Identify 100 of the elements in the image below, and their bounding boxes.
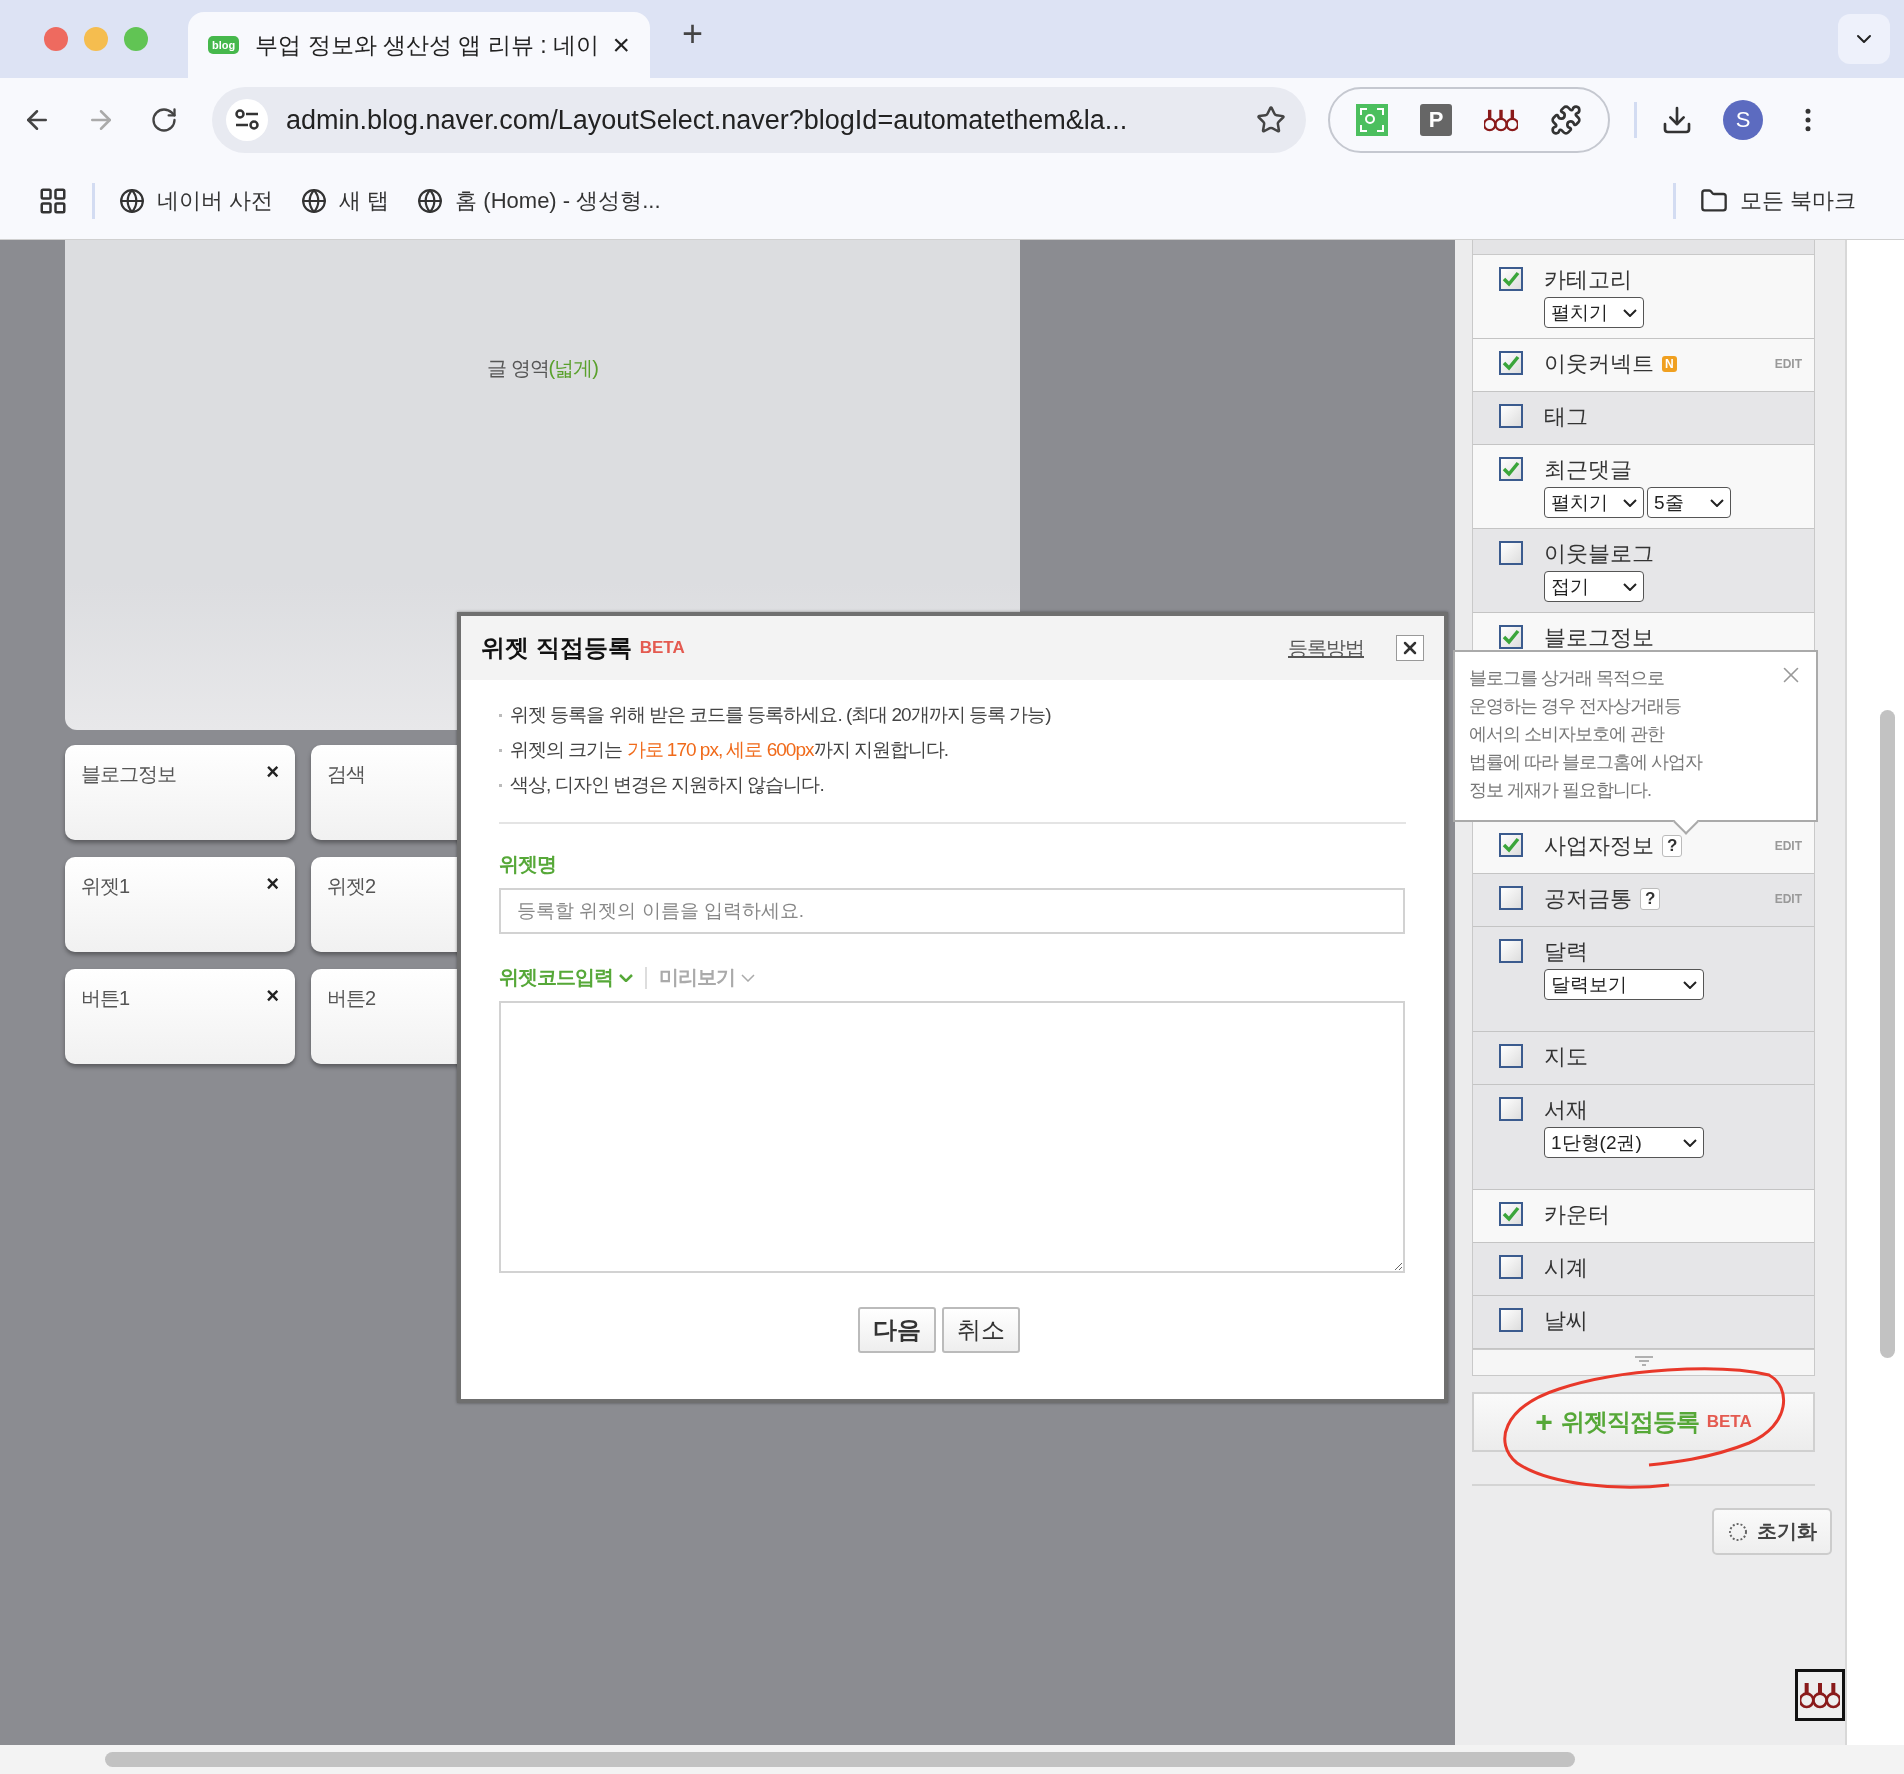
all-bookmarks-button[interactable]: 모든 북마크 xyxy=(1699,185,1856,216)
widget-checkbox[interactable] xyxy=(1499,404,1523,428)
bookmark-item[interactable]: 네이버 사전 xyxy=(119,185,274,216)
widget-checkbox[interactable] xyxy=(1499,1255,1523,1279)
bookmark-item[interactable]: 새 탭 xyxy=(301,185,390,216)
beta-label: BETA xyxy=(639,638,685,658)
widget-checkbox[interactable] xyxy=(1499,1308,1523,1332)
widget-label: 태그 xyxy=(1544,403,1588,431)
widget-card[interactable]: 버튼1 × xyxy=(65,969,295,1064)
refresh-icon xyxy=(1727,1520,1749,1543)
option-select[interactable]: 1단형(2권) xyxy=(1544,1127,1704,1158)
chevron-down-icon xyxy=(1683,980,1697,989)
widget-checkbox[interactable] xyxy=(1499,1097,1523,1121)
check-icon xyxy=(1502,271,1520,287)
collapse-icon xyxy=(1634,1356,1653,1366)
widget-checkbox[interactable] xyxy=(1499,833,1523,857)
widget-checkbox[interactable] xyxy=(1499,1202,1523,1226)
help-button[interactable]: ? xyxy=(1662,835,1683,857)
folder-icon xyxy=(1699,186,1728,215)
how-to-link[interactable]: 등록방법 xyxy=(1288,634,1364,662)
dialog-close-button[interactable] xyxy=(1396,635,1424,661)
help-button[interactable]: ? xyxy=(1640,888,1661,910)
widget-checkbox[interactable] xyxy=(1499,267,1523,291)
check-icon xyxy=(1502,837,1520,853)
bookmark-star-icon[interactable] xyxy=(1256,105,1286,135)
option-select[interactable]: 펼치기 xyxy=(1544,487,1644,518)
widget-label: 카운터 xyxy=(1544,1201,1610,1229)
extensions-puzzle-icon[interactable] xyxy=(1550,104,1582,136)
check-icon xyxy=(1502,355,1520,371)
widget-row[interactable]: 카운터 xyxy=(1473,1190,1814,1243)
widget-checkbox[interactable] xyxy=(1499,939,1523,963)
globe-icon xyxy=(417,187,444,214)
widget-name-field[interactable]: 등록할 위젯의 이름을 입력하세요. xyxy=(499,888,1405,934)
widget-checkbox[interactable] xyxy=(1499,541,1523,565)
tab-title: 부업 정보와 생산성 앱 리뷰 : 네이 xyxy=(255,30,597,60)
widget-remove-button[interactable]: × xyxy=(266,985,279,1007)
bookmark-item[interactable]: 홈 (Home) - 생성형... xyxy=(417,185,661,216)
tab-close-button[interactable]: × xyxy=(612,28,630,62)
address-bar[interactable]: admin.blog.naver.com/LayoutSelect.naver?blogId=automatethem&la... xyxy=(212,87,1306,153)
widget-row[interactable]: 이웃커넥트 N EDIT xyxy=(1473,339,1814,392)
widget-title: 블로그정보 xyxy=(81,762,176,787)
widget-label: 지도 xyxy=(1544,1043,1588,1071)
browser-tab[interactable]: blog 부업 정보와 생산성 앱 리뷰 : 네이 × xyxy=(188,12,650,78)
check-icon xyxy=(1502,461,1520,477)
widget-card[interactable]: 블로그정보 × xyxy=(65,745,295,840)
scrollbar-thumb[interactable] xyxy=(105,1752,1575,1767)
collapse-handle[interactable] xyxy=(1472,1350,1815,1376)
reload-button[interactable] xyxy=(150,106,178,134)
widget-label: 이웃블로그 xyxy=(1544,540,1654,568)
check-icon xyxy=(1502,629,1520,645)
reset-button[interactable]: 초기화 xyxy=(1712,1508,1832,1555)
main-area-label: 글 영역(넓게) xyxy=(487,356,598,381)
p-extension-button[interactable]: P xyxy=(1420,104,1452,136)
dialog-button[interactable]: 다음 xyxy=(857,1307,936,1353)
widget-title: 버튼1 xyxy=(81,986,130,1011)
widget-checkbox[interactable] xyxy=(1499,625,1523,649)
widget-checkbox[interactable] xyxy=(1499,457,1523,481)
tooltip-text: 블로그를 상거래 목적으로 운영하는 경우 전자상거래등 에서의 소비자보호에 관한 법률에 따라 블로그홈에 사업자 정보 게재가 필요합니다. xyxy=(1469,667,1704,802)
widget-checkbox[interactable] xyxy=(1499,351,1523,375)
option-select[interactable]: 5줄 xyxy=(1647,487,1731,518)
widget-row[interactable]: 최근댓글 펼치기 5줄 xyxy=(1473,445,1814,529)
widget-card[interactable]: 위젯1 × xyxy=(65,857,295,952)
chevron-down-icon xyxy=(1623,498,1637,507)
widget-label: 공저금통 xyxy=(1544,885,1632,913)
widget-title: 위젯2 xyxy=(327,874,376,899)
chevron-down-icon xyxy=(741,973,755,982)
widget-label: 날씨 xyxy=(1544,1307,1588,1335)
widget-code-field[interactable] xyxy=(499,1001,1405,1273)
widget-label: 카테고리 xyxy=(1544,266,1632,294)
globe-icon xyxy=(301,187,328,214)
download-icon[interactable] xyxy=(1661,104,1693,136)
profile-avatar[interactable]: S xyxy=(1723,100,1763,140)
bottles-badge[interactable] xyxy=(1795,1669,1845,1721)
scrollbar-thumb[interactable] xyxy=(1880,710,1895,1358)
widget-label: 이웃커넥트 xyxy=(1544,350,1654,378)
widget-title: 버튼2 xyxy=(327,986,376,1011)
widget-row[interactable]: 카테고리 펼치기 xyxy=(1473,255,1814,339)
widget-checkbox[interactable] xyxy=(1499,886,1523,910)
new-badge: N xyxy=(1662,356,1677,372)
chevron-down-icon xyxy=(1683,1138,1697,1147)
new-tab-button[interactable]: + xyxy=(676,12,710,56)
option-select[interactable]: 접기 xyxy=(1544,571,1644,602)
widget-label: 서재 xyxy=(1544,1096,1588,1124)
url-text: admin.blog.naver.com/LayoutSelect.naver?blogId=automatethem&la... xyxy=(286,104,1129,136)
chevron-down-icon xyxy=(1710,498,1724,507)
check-icon xyxy=(1502,1206,1520,1222)
dialog-button[interactable]: 취소 xyxy=(941,1307,1020,1353)
widget-checkbox[interactable] xyxy=(1499,1044,1523,1068)
chevron-down-icon xyxy=(619,973,633,982)
chevron-down-icon xyxy=(1623,582,1637,591)
widget-label: 최근댓글 xyxy=(1544,456,1632,484)
option-select[interactable]: 펼치기 xyxy=(1544,297,1644,328)
widget-label: 블로그정보 xyxy=(1544,624,1654,652)
widget-row[interactable]: 사업자정보 ? EDIT xyxy=(1473,821,1814,874)
tab-favicon: blog xyxy=(208,36,240,54)
widget-remove-button[interactable]: × xyxy=(266,873,279,895)
option-select[interactable]: 달력보기 xyxy=(1544,969,1704,1000)
widget-remove-button[interactable]: × xyxy=(266,761,279,783)
site-settings-icon[interactable] xyxy=(226,99,268,141)
widget-label: 사업자정보 xyxy=(1544,832,1654,860)
